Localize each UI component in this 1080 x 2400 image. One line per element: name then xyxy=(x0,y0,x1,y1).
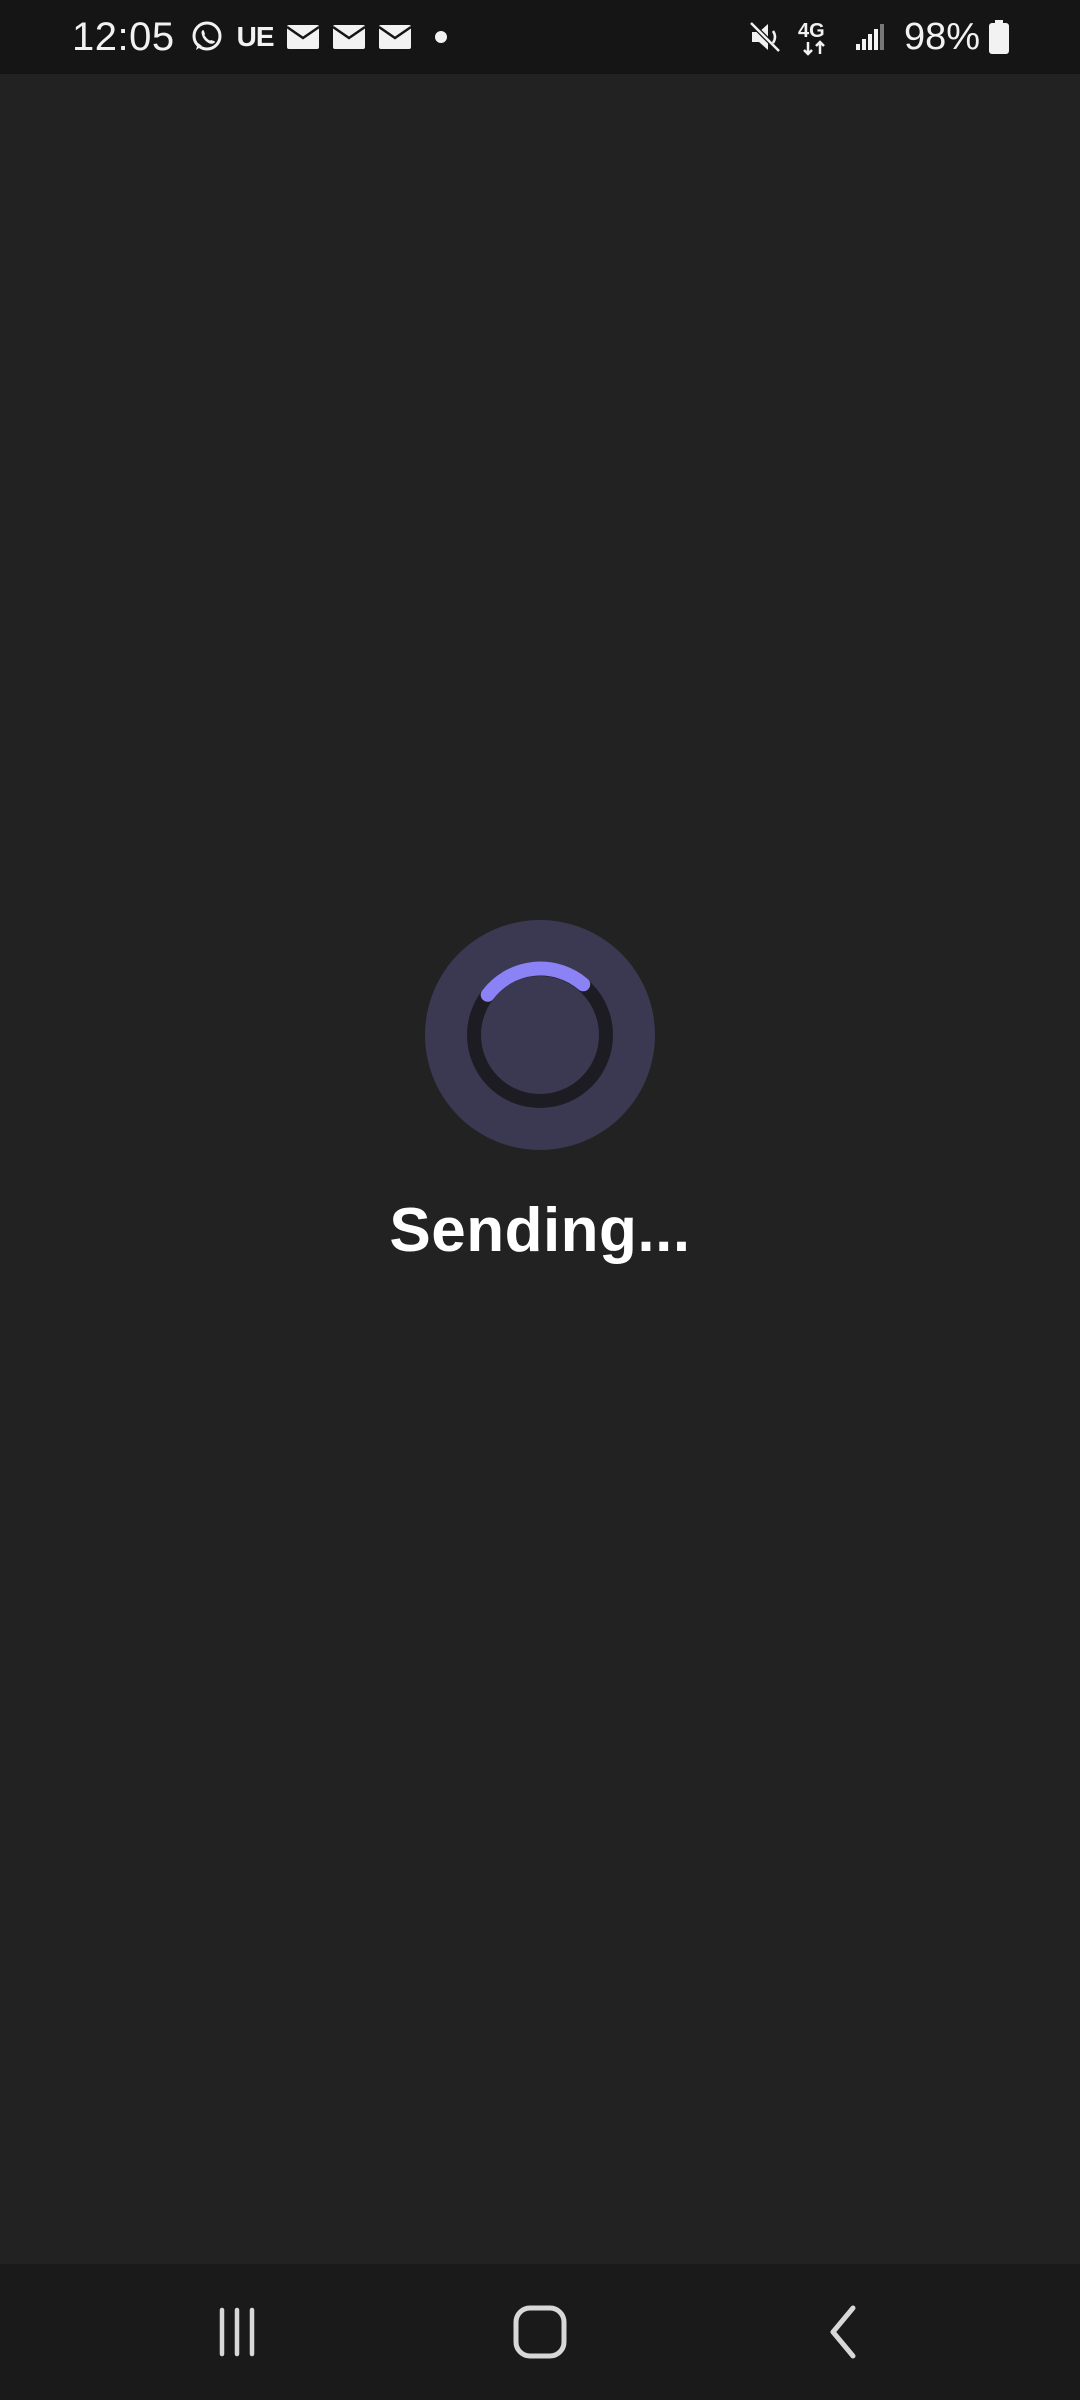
mail-icon xyxy=(285,24,320,50)
status-clock: 12:05 xyxy=(72,14,175,59)
screen: 12:05 UE 4G 98% Sending... xyxy=(0,0,1080,2400)
back-button[interactable] xyxy=(753,2264,933,2400)
recent-apps-button[interactable] xyxy=(147,2264,327,2400)
home-icon xyxy=(513,2305,567,2359)
loading-spinner-icon xyxy=(425,920,655,1150)
status-bar: 12:05 UE 4G 98% xyxy=(0,0,1080,74)
sending-status-text: Sending... xyxy=(389,1196,691,1265)
status-left: 12:05 UE xyxy=(72,15,460,60)
mute-icon xyxy=(748,19,784,55)
back-icon xyxy=(830,2305,856,2359)
mail-icon xyxy=(331,24,366,50)
svg-text:4G: 4G xyxy=(798,20,825,42)
mail-icon xyxy=(377,24,412,50)
network-4g-icon: 4G xyxy=(796,17,842,57)
whatsapp-icon xyxy=(189,19,225,55)
battery-percent: 98% xyxy=(903,15,980,58)
signal-icon xyxy=(854,22,886,52)
home-button[interactable] xyxy=(450,2264,630,2400)
battery-icon xyxy=(988,19,1010,55)
recent-apps-icon xyxy=(219,2307,255,2357)
dot-icon xyxy=(434,30,448,44)
status-right: 4G 98% xyxy=(748,16,1010,59)
navigation-bar xyxy=(0,2264,1080,2400)
ue-icon: UE xyxy=(236,21,275,52)
